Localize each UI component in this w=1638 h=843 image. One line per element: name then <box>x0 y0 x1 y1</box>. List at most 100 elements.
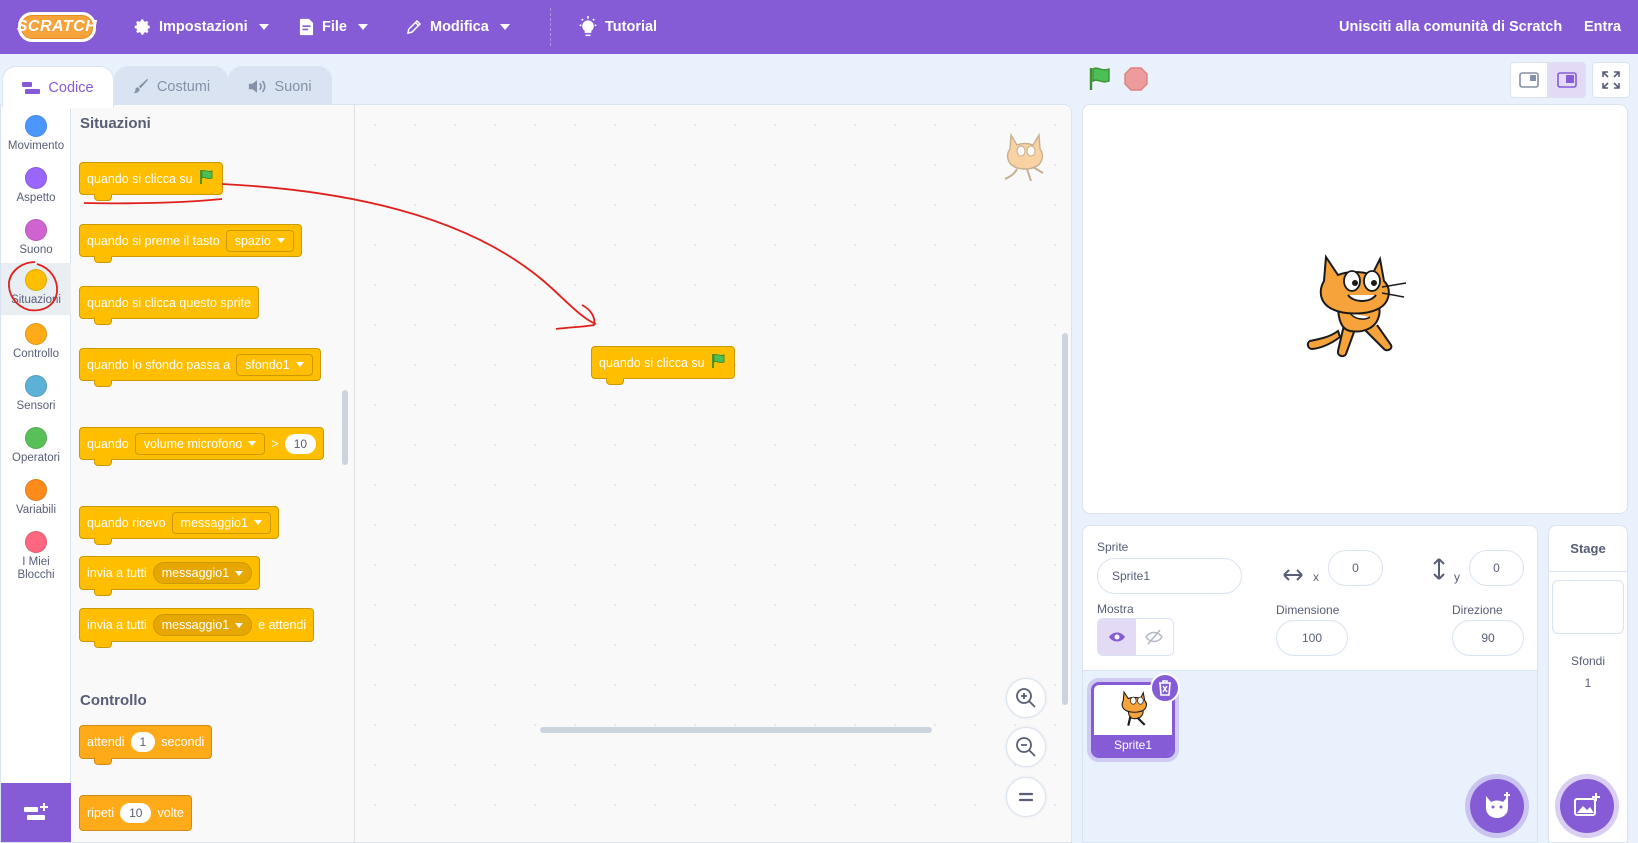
sprite-label: Sprite <box>1097 540 1129 554</box>
sprite-list: Sprite1 <box>1082 671 1538 843</box>
category-label: Controllo <box>12 348 60 360</box>
eye-slash-icon <box>1145 629 1164 645</box>
block-text: volte <box>157 806 184 820</box>
message-dropdown[interactable]: messaggio1 <box>152 562 253 584</box>
tab-costumes[interactable]: Costumi <box>114 66 228 106</box>
zoom-out-button[interactable] <box>1006 727 1046 767</box>
block-broadcast[interactable]: invia a tutti messaggio1 <box>79 556 261 596</box>
block-text: ripeti <box>87 806 115 820</box>
key-dropdown[interactable]: spazio <box>225 229 294 252</box>
scratch-logo[interactable]: SCRATCH <box>17 12 97 42</box>
category-looks[interactable]: Aspetto <box>1 161 71 213</box>
lightbulb-icon <box>578 16 598 38</box>
sprite-name-field[interactable]: Sprite1 <box>1097 558 1242 594</box>
block-repeat[interactable]: ripeti 10 volte <box>79 795 192 831</box>
message-dropdown[interactable]: messaggio1 <box>152 614 253 636</box>
category-label: Movimento <box>7 140 65 152</box>
block-text: quando si clicca questo sprite <box>87 295 251 310</box>
add-extension-button[interactable] <box>1 783 71 842</box>
workspace-horizontal-scrollbar[interactable] <box>540 727 932 733</box>
zoom-reset-button[interactable] <box>1006 777 1046 817</box>
hide-sprite-button[interactable] <box>1136 619 1174 655</box>
category-variables-dot <box>25 479 47 501</box>
value-input[interactable]: 10 <box>284 433 317 454</box>
file-menu[interactable]: File <box>298 0 368 54</box>
backdrops-label: Sfondi <box>1570 654 1606 668</box>
dropdown-arrow-icon <box>253 520 262 525</box>
block-text: secondi <box>161 735 205 749</box>
block-when-i-receive[interactable]: quando ricevo messaggio1 <box>79 491 279 545</box>
category-my-blocks[interactable]: I Miei Blocchi <box>1 525 71 589</box>
stop-button[interactable] <box>1124 67 1148 96</box>
tutorial-button[interactable]: Tutorial <box>578 0 657 54</box>
block-text: e attendi <box>258 618 307 632</box>
palette-scrollbar[interactable] <box>342 390 348 465</box>
block-wait[interactable]: attendi 1 secondi <box>79 725 213 765</box>
edit-menu[interactable]: Modifica <box>405 0 510 54</box>
block-when-key-pressed[interactable]: quando si preme il tasto spazio <box>79 209 302 263</box>
tab-sounds[interactable]: Suoni <box>228 66 332 106</box>
sign-in-link[interactable]: Entra <box>1584 0 1621 54</box>
paintbrush-icon <box>132 78 149 95</box>
category-operators[interactable]: Operatori <box>1 421 71 473</box>
y-field[interactable]: 0 <box>1469 550 1524 586</box>
category-control-dot <box>25 323 47 345</box>
add-backdrop-button[interactable] <box>1560 779 1614 833</box>
delete-sprite-button[interactable] <box>1150 673 1180 703</box>
sprite-cat[interactable] <box>1298 251 1410 374</box>
dropdown-arrow-icon <box>235 570 244 576</box>
category-motion-dot <box>25 115 47 137</box>
value-input[interactable]: 10 <box>120 803 152 823</box>
green-flag-button[interactable] <box>1088 66 1114 97</box>
block-when-backdrop-switches[interactable]: quando lo sfondo passa a sfondo1 <box>79 333 321 387</box>
category-events-dot <box>25 269 47 291</box>
category-control[interactable]: Controllo <box>1 317 71 369</box>
small-stage-button[interactable] <box>1510 62 1548 98</box>
size-field[interactable]: 100 <box>1276 620 1348 656</box>
category-label: Variabili <box>15 504 57 516</box>
message-dropdown[interactable]: messaggio1 <box>171 511 271 534</box>
sensor-dropdown[interactable]: volume microfono <box>134 432 266 455</box>
value-input[interactable]: 1 <box>130 732 156 752</box>
zoom-in-button[interactable] <box>1006 678 1046 718</box>
fullscreen-button[interactable] <box>1592 62 1630 98</box>
dropdown-arrow-icon <box>235 622 244 628</box>
category-label: Situazioni <box>11 294 61 306</box>
script-when-flag-clicked[interactable]: quando si clicca su <box>591 331 735 385</box>
x-field[interactable]: 0 <box>1328 550 1383 586</box>
category-sound-dot <box>25 219 47 241</box>
category-events[interactable]: Situazioni <box>1 263 71 315</box>
block-when-flag-clicked[interactable]: quando si clicca su <box>79 147 223 201</box>
stage[interactable] <box>1082 104 1628 514</box>
direction-field[interactable]: 90 <box>1452 620 1524 656</box>
tab-sounds-label: Suoni <box>274 78 312 95</box>
block-when-sprite-clicked[interactable]: quando si clicca questo sprite <box>79 271 259 325</box>
block-broadcast-and-wait[interactable]: invia a tutti messaggio1 e attendi <box>79 608 315 648</box>
category-sound[interactable]: Suono <box>1 213 71 265</box>
settings-menu[interactable]: Impostazioni <box>134 0 269 54</box>
category-my-blocks-dot <box>25 531 47 553</box>
sprite-thumbnail <box>1114 689 1154 738</box>
category-label: Aspetto <box>16 192 56 204</box>
tutorial-label: Tutorial <box>605 19 658 35</box>
fullscreen-icon <box>1602 71 1620 89</box>
backdrop-dropdown[interactable]: sfondo1 <box>236 353 313 376</box>
dropdown-value: spazio <box>234 233 271 248</box>
horizontal-arrows-icon <box>1283 568 1303 582</box>
zoom-reset-icon <box>1017 790 1035 804</box>
add-sprite-button[interactable] <box>1470 779 1524 833</box>
tab-code[interactable]: Codice <box>2 66 114 108</box>
add-backdrop-icon <box>1573 793 1601 819</box>
add-extension-icon <box>23 802 49 824</box>
green-flag-icon <box>1088 66 1114 92</box>
workspace-vertical-scrollbar[interactable] <box>1062 333 1068 705</box>
category-menu: Movimento Aspetto Suono Situazioni Contr… <box>1 105 71 842</box>
category-sensing[interactable]: Sensori <box>1 369 71 421</box>
join-scratch-link[interactable]: Unisciti alla comunità di Scratch <box>1339 0 1562 54</box>
normal-stage-button[interactable] <box>1548 62 1586 98</box>
show-sprite-button[interactable] <box>1098 619 1136 655</box>
category-motion[interactable]: Movimento <box>1 109 71 161</box>
menu-bar: SCRATCH Impostazioni File Modifica Tutor… <box>0 0 1638 54</box>
block-when-greater-than[interactable]: quando volume microfono > 10 <box>79 412 325 466</box>
category-variables[interactable]: Variabili <box>1 473 71 525</box>
